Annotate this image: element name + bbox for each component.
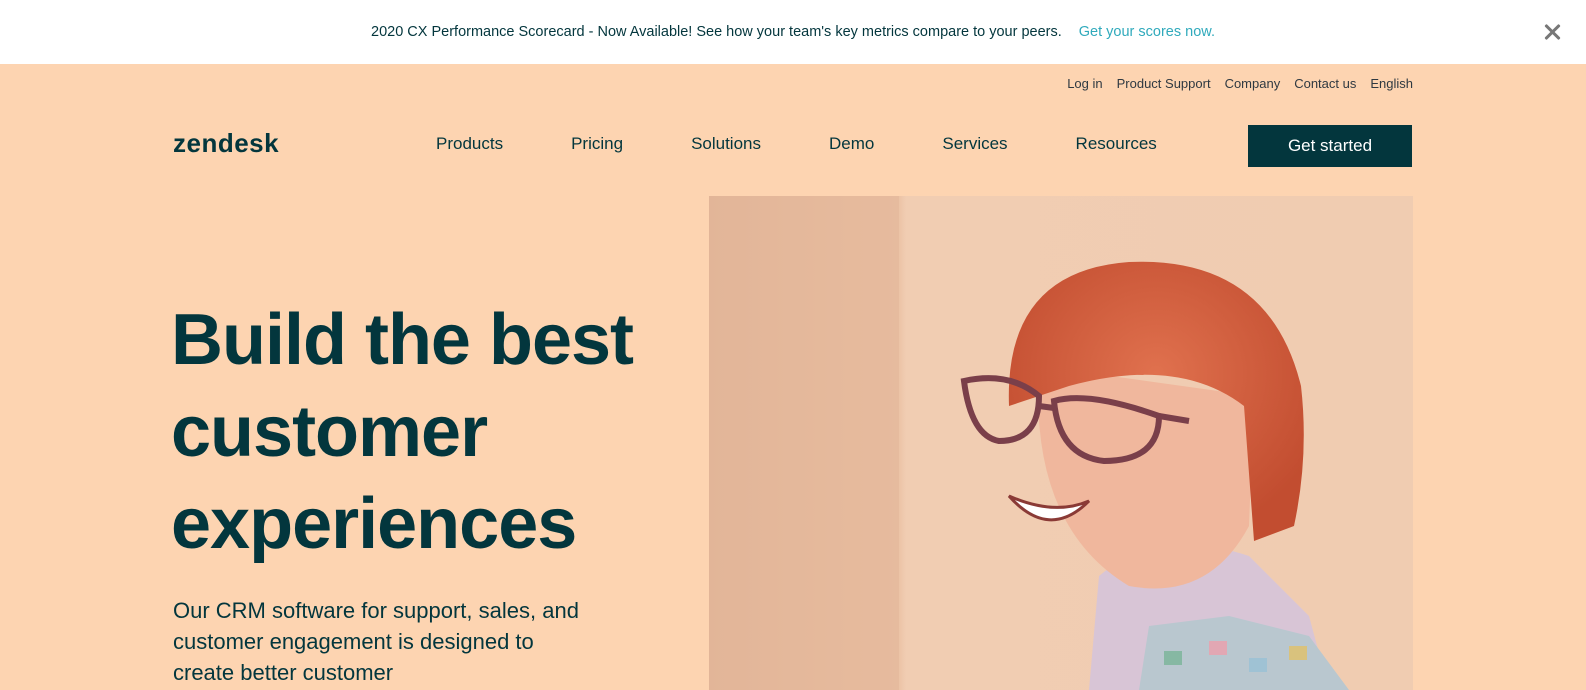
announcement-link[interactable]: Get your scores now. [1079, 24, 1215, 40]
utility-product-support-link[interactable]: Product Support [1117, 76, 1211, 91]
nav-pricing[interactable]: Pricing [571, 134, 623, 154]
nav-solutions[interactable]: Solutions [691, 134, 761, 154]
nav-demo[interactable]: Demo [829, 134, 874, 154]
nav-services[interactable]: Services [942, 134, 1007, 154]
utility-company-link[interactable]: Company [1225, 76, 1281, 91]
hero-photo-illustration [709, 196, 1413, 690]
utility-login-link[interactable]: Log in [1067, 76, 1102, 91]
announcement-message: 2020 CX Performance Scorecard - Now Avai… [371, 24, 1062, 40]
hero-subtitle: Our CRM software for support, sales, and… [173, 598, 579, 685]
hero-photo [709, 196, 1413, 690]
utility-nav: Log in Product Support Company Contact u… [1067, 76, 1413, 91]
close-icon[interactable] [1540, 20, 1564, 44]
utility-language-link[interactable]: English [1370, 76, 1413, 91]
nav-resources[interactable]: Resources [1076, 134, 1157, 154]
zendesk-logo[interactable]: zendesk [173, 128, 279, 159]
hero-title: Build the best customer experiences [171, 300, 634, 564]
main-nav: Products Pricing Solutions Demo Services… [436, 134, 1157, 154]
announcement-bar: 2020 CX Performance Scorecard - Now Avai… [0, 0, 1586, 64]
nav-products[interactable]: Products [436, 134, 503, 154]
get-started-button[interactable]: Get started [1248, 125, 1412, 167]
utility-contact-link[interactable]: Contact us [1294, 76, 1356, 91]
